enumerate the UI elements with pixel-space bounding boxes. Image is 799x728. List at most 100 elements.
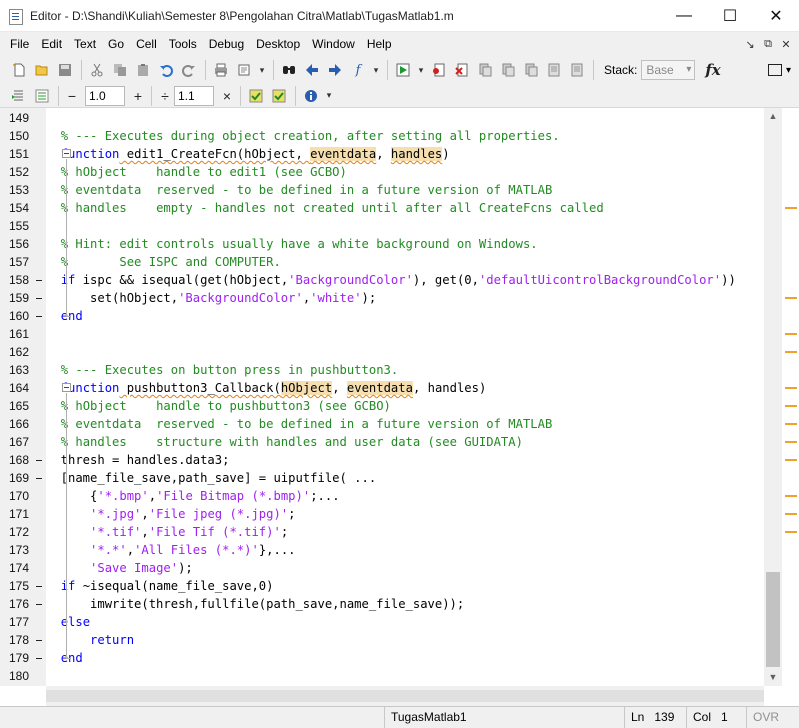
- paste-icon[interactable]: [132, 59, 154, 81]
- evaluate-cell-icon[interactable]: [245, 85, 267, 107]
- line-number: 158: [8, 273, 29, 287]
- menu-text[interactable]: Text: [68, 32, 102, 56]
- minimize-button[interactable]: —: [661, 0, 707, 32]
- find-icon[interactable]: [278, 59, 300, 81]
- dropdown-arrow-icon[interactable]: ▾: [256, 59, 268, 81]
- menu-window[interactable]: Window: [306, 32, 361, 56]
- warning-marker[interactable]: [785, 495, 797, 497]
- code-token: );: [361, 291, 377, 305]
- line-value: 139: [654, 710, 675, 724]
- vertical-scroll-thumb[interactable]: [766, 572, 780, 667]
- cell-list-icon[interactable]: [31, 85, 53, 107]
- warning-marker[interactable]: [785, 405, 797, 407]
- set-breakpoint-icon[interactable]: [428, 59, 450, 81]
- print-options-icon[interactable]: [233, 59, 255, 81]
- warning-marker[interactable]: [785, 459, 797, 461]
- breakpoint-slot[interactable]: [36, 478, 42, 479]
- vertical-scrollbar[interactable]: ▲ ▼: [764, 108, 782, 686]
- warning-marker[interactable]: [785, 387, 797, 389]
- warning-marker[interactable]: [785, 531, 797, 533]
- insert-cell-icon[interactable]: [8, 85, 30, 107]
- exit-debug-icon[interactable]: [566, 59, 588, 81]
- fx-icon[interactable]: fx: [705, 61, 720, 79]
- close-document-icon[interactable]: ✕: [779, 38, 793, 51]
- multiply-button[interactable]: ×: [218, 88, 236, 104]
- step-out-icon[interactable]: [520, 59, 542, 81]
- column-label: Col: [693, 710, 712, 724]
- breakpoint-slot[interactable]: [36, 640, 42, 641]
- breakpoint-slot[interactable]: [36, 586, 42, 587]
- message-marker-bar[interactable]: [782, 108, 799, 686]
- breakpoint-slot[interactable]: [36, 298, 42, 299]
- decrement-button[interactable]: −: [63, 88, 81, 104]
- divide-button[interactable]: ÷: [156, 88, 174, 104]
- cut-icon[interactable]: [86, 59, 108, 81]
- code-token: 'white': [310, 291, 362, 305]
- line-number: 180: [8, 669, 29, 683]
- breakpoint-slot[interactable]: [36, 658, 42, 659]
- clear-breakpoint-icon[interactable]: [451, 59, 473, 81]
- warning-marker[interactable]: [785, 423, 797, 425]
- cell-value-input[interactable]: 1.0: [85, 85, 125, 106]
- line-number: 156: [8, 237, 29, 251]
- horizontal-scrollbar[interactable]: [46, 686, 764, 706]
- menu-cell[interactable]: Cell: [130, 32, 163, 56]
- horizontal-scroll-thumb[interactable]: [46, 690, 764, 702]
- warning-marker[interactable]: [785, 513, 797, 515]
- continue-icon[interactable]: [543, 59, 565, 81]
- menu-debug[interactable]: Debug: [203, 32, 250, 56]
- layout-button[interactable]: ▾: [767, 64, 791, 76]
- copy-icon[interactable]: [109, 59, 131, 81]
- back-icon[interactable]: [301, 59, 323, 81]
- menu-file[interactable]: File: [4, 32, 35, 56]
- line-number-gutter[interactable]: 149 150 151 152 153 154 155 156 157 158 159 160 161 1…: [0, 108, 46, 686]
- dropdown-arrow-icon[interactable]: ▾: [415, 59, 427, 81]
- redo-icon[interactable]: [178, 59, 200, 81]
- maximize-button[interactable]: ☐: [707, 0, 753, 32]
- menu-edit[interactable]: Edit: [35, 32, 68, 56]
- menu-help[interactable]: Help: [361, 32, 398, 56]
- scroll-up-icon[interactable]: ▲: [764, 108, 782, 125]
- menu-desktop[interactable]: Desktop: [250, 32, 306, 56]
- increment-button[interactable]: +: [129, 88, 147, 104]
- dropdown-arrow-icon[interactable]: ▾: [323, 85, 335, 107]
- new-file-icon[interactable]: [8, 59, 30, 81]
- warning-marker[interactable]: [785, 351, 797, 353]
- breakpoint-slot[interactable]: [36, 460, 42, 461]
- scroll-down-icon[interactable]: ▼: [764, 669, 782, 686]
- stack-dropdown[interactable]: Base: [641, 60, 696, 80]
- breakpoint-slot[interactable]: [36, 280, 42, 281]
- code-token: ,: [141, 507, 149, 521]
- dropdown-arrow-icon[interactable]: ▾: [370, 59, 382, 81]
- forward-icon[interactable]: [324, 59, 346, 81]
- info-icon[interactable]: [300, 85, 322, 107]
- menu-go[interactable]: Go: [102, 32, 130, 56]
- evaluate-advance-icon[interactable]: [268, 85, 290, 107]
- code-text-area[interactable]: % --- Executes during object creation, a…: [46, 108, 764, 686]
- breakpoint-slot[interactable]: [36, 316, 42, 317]
- code-token: % Hint: edit controls usually have a whi…: [60, 237, 538, 251]
- function-browser-icon[interactable]: f: [347, 59, 369, 81]
- print-icon[interactable]: [210, 59, 232, 81]
- warning-marker[interactable]: [785, 207, 797, 209]
- warning-marker[interactable]: [785, 441, 797, 443]
- warning-marker[interactable]: [785, 333, 797, 335]
- save-icon[interactable]: [54, 59, 76, 81]
- breakpoint-slot[interactable]: [36, 604, 42, 605]
- warning-marker[interactable]: [785, 297, 797, 299]
- fold-toggle-icon[interactable]: [62, 149, 71, 158]
- menu-tools[interactable]: Tools: [163, 32, 203, 56]
- open-folder-icon[interactable]: [31, 59, 53, 81]
- cell-factor-input[interactable]: 1.1: [174, 85, 214, 106]
- status-column: Col 1: [686, 707, 746, 728]
- fold-toggle-icon[interactable]: [62, 383, 71, 392]
- undock-icon[interactable]: ⧉: [761, 38, 775, 51]
- step-icon[interactable]: [474, 59, 496, 81]
- undo-icon[interactable]: [155, 59, 177, 81]
- code-token: ,: [332, 381, 347, 395]
- close-button[interactable]: ✕: [753, 0, 799, 32]
- run-icon[interactable]: [392, 59, 414, 81]
- step-in-icon[interactable]: [497, 59, 519, 81]
- dock-icon[interactable]: ↘: [743, 38, 757, 51]
- code-token: ), get(0,: [412, 273, 479, 287]
